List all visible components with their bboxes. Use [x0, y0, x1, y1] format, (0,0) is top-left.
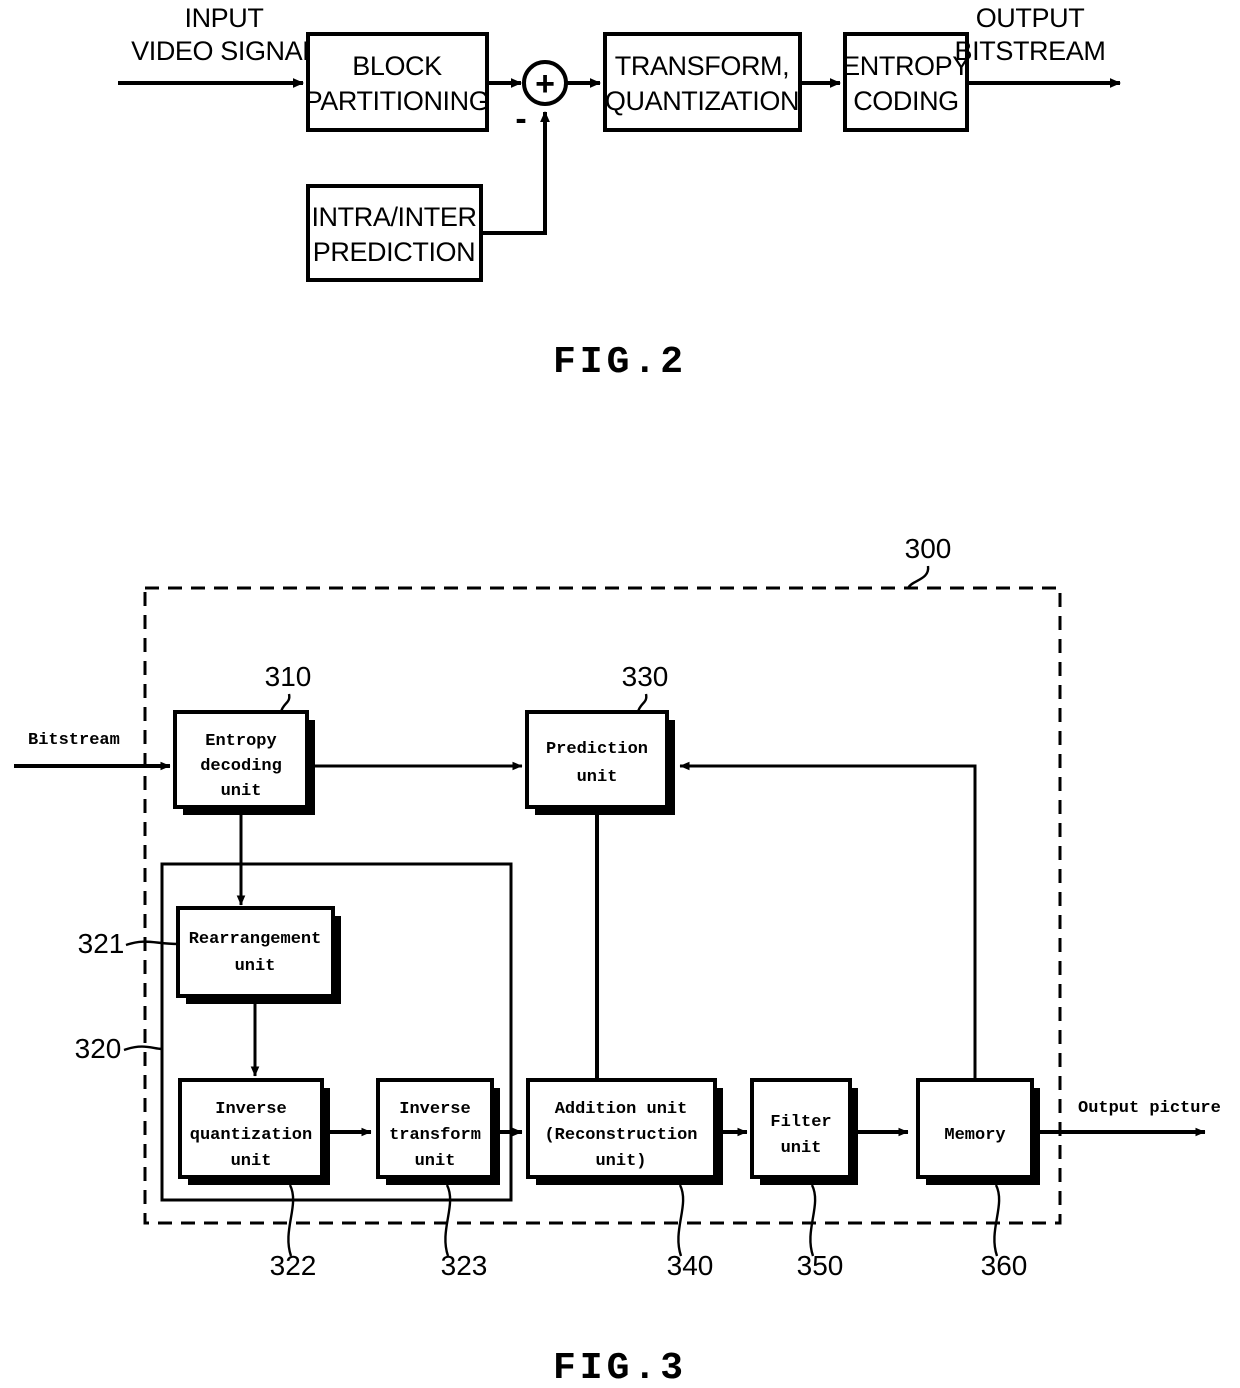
- fig3-input-label: Bitstream: [28, 731, 120, 750]
- fig2-transform-line1: TRANSFORM,: [615, 51, 790, 81]
- fig2-diagram: INPUT VIDEO SIGNAL BLOCK PARTITIONING + …: [118, 3, 1121, 384]
- fig3-wire-memory-feedback: [679, 761, 977, 1080]
- fig3-entropy-decoding-line3: unit: [221, 782, 262, 801]
- fig3-ref-350: 350: [797, 1250, 844, 1281]
- fig3-rearrangement-line1: Rearrangement: [189, 930, 322, 949]
- fig3-ref-321: 321: [78, 928, 125, 959]
- fig3-leader-340: [677, 1184, 685, 1257]
- fig2-input-label-line1: INPUT: [184, 3, 263, 33]
- fig3-ref-330: 330: [622, 661, 669, 692]
- fig3-prediction-line2: unit: [577, 768, 618, 787]
- fig3-leader-360: [993, 1184, 1001, 1257]
- fig3-leader-300: [906, 565, 930, 589]
- fig2-entropy-line2: CODING: [853, 86, 959, 116]
- fig2-transform-line2: QUANTIZATION: [605, 86, 799, 116]
- patent-figure-sheet: INPUT VIDEO SIGNAL BLOCK PARTITIONING + …: [0, 0, 1240, 1388]
- fig2-input-label-line2: VIDEO SIGNAL: [131, 36, 317, 66]
- fig3-filter-line1: Filter: [770, 1113, 831, 1132]
- fig3-rearrangement-line2: unit: [235, 957, 276, 976]
- fig3-iq-line2: quantization: [190, 1126, 312, 1145]
- fig2-output-label-line2: BITSTREAM: [955, 36, 1106, 66]
- fig3-memory-line1: Memory: [944, 1126, 1005, 1145]
- fig3-ref-322: 322: [270, 1250, 317, 1281]
- fig3-leader-323: [444, 1184, 452, 1257]
- fig3-leader-330: [636, 693, 648, 713]
- fig3-ref-320: 320: [75, 1033, 122, 1064]
- fig3-addition-line3: unit): [595, 1152, 646, 1171]
- fig3-ref-310: 310: [265, 661, 312, 692]
- fig3-leader-350: [809, 1184, 817, 1257]
- fig3-leader-320: [123, 1045, 163, 1052]
- fig3-leader-322: [287, 1184, 295, 1257]
- fig3-it-line3: unit: [415, 1152, 456, 1171]
- fig3-filter-line2: unit: [781, 1139, 822, 1158]
- fig3-entropy-decoding-line2: decoding: [200, 757, 282, 776]
- fig3-prediction-line1: Prediction: [546, 740, 648, 759]
- fig2-prediction-line2: PREDICTION: [313, 237, 476, 267]
- fig3-caption: FIG.3: [553, 1347, 687, 1388]
- fig3-it-line2: transform: [389, 1126, 481, 1145]
- fig3-iq-line1: Inverse: [215, 1100, 286, 1119]
- fig2-caption: FIG.2: [553, 341, 687, 384]
- fig2-sum-plus-sign: +: [535, 65, 555, 103]
- fig2-block-partitioning-line2: PARTITIONING: [305, 86, 490, 116]
- fig2-entropy-line1: ENTROPY: [842, 51, 970, 81]
- fig3-ref-300: 300: [905, 533, 952, 564]
- fig2-block-partitioning-line1: BLOCK: [352, 51, 442, 81]
- fig2-sum-minus-sign: -: [515, 100, 526, 138]
- fig3-entropy-decoding-line1: Entropy: [205, 732, 276, 751]
- fig3-leader-321: [125, 940, 179, 947]
- fig2-prediction-line1: INTRA/INTER: [311, 202, 476, 232]
- fig2-output-label-line1: OUTPUT: [976, 3, 1085, 33]
- fig3-ref-360: 360: [981, 1250, 1028, 1281]
- fig3-prediction-box: [525, 710, 669, 809]
- fig3-rearrangement-box: [176, 906, 335, 998]
- fig3-it-line1: Inverse: [399, 1100, 470, 1119]
- fig3-output-label: Output picture: [1078, 1099, 1221, 1118]
- fig3-addition-line1: Addition unit: [555, 1100, 688, 1119]
- fig3-iq-line3: unit: [231, 1152, 272, 1171]
- fig3-addition-line2: (Reconstruction: [544, 1126, 697, 1145]
- fig2-wire-prediction-feedback: [481, 111, 550, 235]
- fig3-diagram: 300 Bitstream Entropy decoding unit 310 …: [14, 533, 1221, 1388]
- fig3-ref-340: 340: [667, 1250, 714, 1281]
- fig3-leader-310: [279, 693, 291, 713]
